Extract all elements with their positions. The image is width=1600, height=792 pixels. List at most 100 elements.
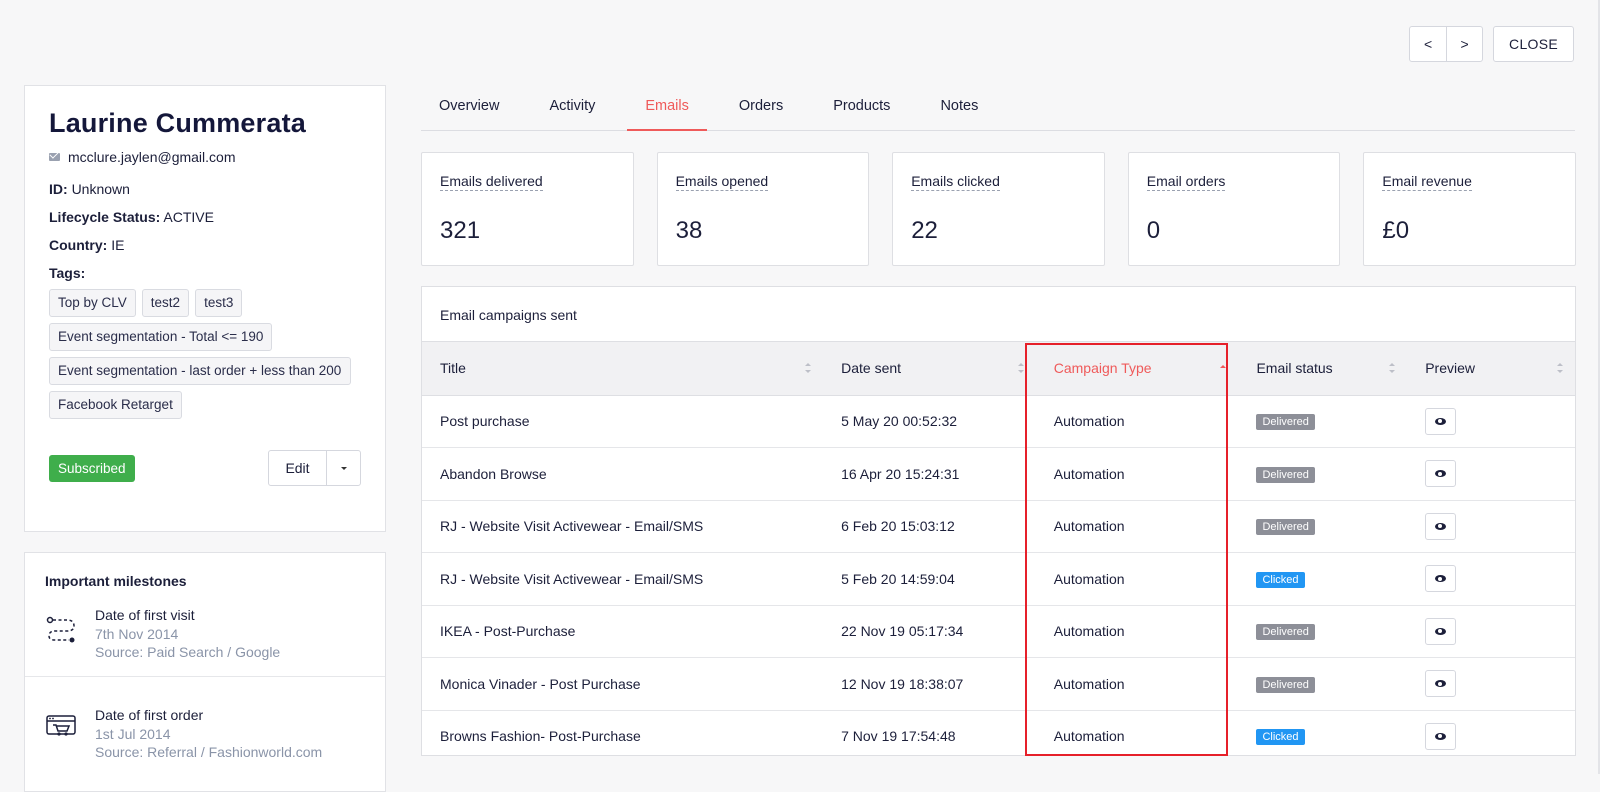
cell-date: 7 Nov 19 17:54:48 (823, 710, 1036, 755)
cell-type: Automation (1035, 605, 1239, 658)
cell-date: 12 Nov 19 18:38:07 (823, 657, 1036, 711)
cell-title: Browns Fashion- Post-Purchase (422, 710, 824, 755)
milestone-source: Source: Paid Search / Google (95, 644, 281, 660)
cell-date: 5 May 20 00:52:32 (823, 395, 1036, 448)
milestone-source: Source: Referral / Fashionworld.com (95, 744, 323, 760)
tab-overview[interactable]: Overview (421, 92, 517, 130)
column-header-title[interactable]: Title (422, 342, 824, 396)
tab-orders[interactable]: Orders (721, 92, 801, 130)
stat-label: Email orders (1146, 173, 1226, 191)
milestone-title: Date of first visit (95, 607, 195, 623)
profile-card: Laurine Cummerata mcclure.jaylen@gmail.c… (24, 85, 386, 532)
cell-type: Automation (1035, 657, 1239, 711)
cell-status: Delivered (1238, 605, 1408, 658)
table-row: Browns Fashion- Post-Purchase 7 Nov 19 1… (422, 710, 1575, 755)
preview-button[interactable] (1425, 460, 1457, 488)
mail-icon (49, 153, 60, 161)
cart-icon (45, 713, 76, 743)
country-label: Country: (49, 237, 108, 253)
stat-label: Emails opened (675, 173, 769, 191)
edit-button[interactable]: Edit (269, 451, 326, 485)
status-badge: Clicked (1256, 571, 1305, 588)
preview-button[interactable] (1425, 407, 1457, 435)
tab-emails[interactable]: Emails (627, 92, 707, 131)
status-badge: Delivered (1256, 676, 1315, 693)
stat-card: Emails delivered 321 (421, 152, 634, 266)
tag[interactable]: test3 (195, 289, 243, 317)
status-badge: Delivered (1256, 624, 1315, 641)
eye-icon (1435, 732, 1447, 740)
eye-icon (1435, 575, 1447, 583)
status-badge: Clicked (1256, 729, 1305, 746)
next-button[interactable]: > (1446, 27, 1482, 61)
stat-card: Emails clicked 22 (892, 152, 1105, 266)
stat-card: Email orders 0 (1127, 152, 1341, 266)
preview-button[interactable] (1425, 722, 1457, 750)
tab-products[interactable]: Products (815, 92, 908, 130)
preview-button[interactable] (1425, 617, 1457, 645)
cell-type: Automation (1035, 710, 1239, 755)
edit-dropdown-toggle[interactable] (326, 451, 360, 485)
preview-button[interactable] (1425, 670, 1457, 698)
cell-date: 5 Feb 20 14:59:04 (823, 552, 1036, 606)
cell-type: Automation (1035, 552, 1239, 606)
milestones-card: Important milestones Date of first visit… (24, 552, 386, 792)
status-badge: Delivered (1256, 519, 1315, 536)
stat-value: 321 (440, 217, 481, 244)
cell-type: Automation (1035, 395, 1239, 448)
email-stats: Emails delivered 321 Emails opened 38 Em… (421, 152, 1576, 266)
preview-button[interactable] (1425, 512, 1457, 540)
tag[interactable]: test2 (141, 289, 190, 317)
cell-title: RJ - Website Visit Activewear - Email/SM… (422, 500, 824, 553)
column-label: Date sent (841, 360, 902, 377)
cell-title: Post purchase (422, 395, 824, 448)
route-icon (45, 613, 75, 643)
table-header-row: Title Date sent Campaign Type Email stat… (422, 342, 1575, 396)
milestone-item: Date of first visit 7th Nov 2014 Source:… (25, 607, 385, 662)
cell-date: 16 Apr 20 15:24:31 (823, 447, 1036, 501)
country-value: IE (111, 237, 125, 253)
eye-icon (1435, 522, 1447, 530)
edit-split-button: Edit (268, 450, 361, 486)
stat-value: £0 (1382, 217, 1410, 244)
tag[interactable]: Top by CLV (49, 289, 136, 317)
cell-preview (1407, 552, 1575, 606)
customer-name: Laurine Cummerata (49, 108, 306, 138)
campaigns-title: Email campaigns sent (422, 287, 1575, 342)
column-header-campaign-type[interactable]: Campaign Type (1035, 342, 1239, 396)
cell-status: Delivered (1238, 500, 1408, 553)
column-header-date-sent[interactable]: Date sent (823, 342, 1036, 396)
lifecycle-field: Lifecycle Status: ACTIVE (49, 209, 361, 225)
campaigns-table: Title Date sent Campaign Type Email stat… (422, 342, 1575, 755)
pager: < > (1409, 26, 1484, 62)
eye-icon (1435, 680, 1447, 688)
column-header-email-status[interactable]: Email status (1238, 342, 1408, 396)
cell-date: 22 Nov 19 05:17:34 (823, 605, 1036, 658)
tag[interactable]: Event segmentation - last order + less t… (49, 357, 351, 385)
column-label: Title (440, 360, 466, 377)
cell-type: Automation (1035, 447, 1239, 501)
caret-down-icon (340, 466, 347, 470)
tab-activity[interactable]: Activity (531, 92, 613, 130)
cell-status: Delivered (1238, 447, 1408, 501)
close-button[interactable]: CLOSE (1493, 26, 1574, 62)
tag[interactable]: Facebook Retarget (49, 391, 182, 419)
tab-notes[interactable]: Notes (922, 92, 996, 130)
table-row: Monica Vinader - Post Purchase 12 Nov 19… (422, 657, 1575, 711)
column-header-preview[interactable]: Preview (1407, 342, 1575, 396)
status-badge: Delivered (1256, 414, 1315, 431)
id-label: ID: (49, 181, 68, 197)
top-bar: < > CLOSE (1409, 26, 1574, 62)
cell-status: Clicked (1238, 552, 1408, 606)
cell-preview (1407, 500, 1575, 553)
tab-bar: Overview Activity Emails Orders Products… (421, 92, 1575, 131)
eye-icon (1435, 417, 1447, 425)
previous-button[interactable]: < (1410, 27, 1446, 61)
cell-type: Automation (1035, 500, 1239, 553)
preview-button[interactable] (1425, 565, 1457, 593)
tag[interactable]: Event segmentation - Total <= 190 (49, 323, 273, 351)
subscription-badge: Subscribed (49, 454, 135, 482)
table-row: Abandon Browse 16 Apr 20 15:24:31 Automa… (422, 447, 1575, 501)
stat-value: 38 (675, 217, 703, 244)
table-row: Post purchase 5 May 20 00:52:32 Automati… (422, 395, 1575, 448)
